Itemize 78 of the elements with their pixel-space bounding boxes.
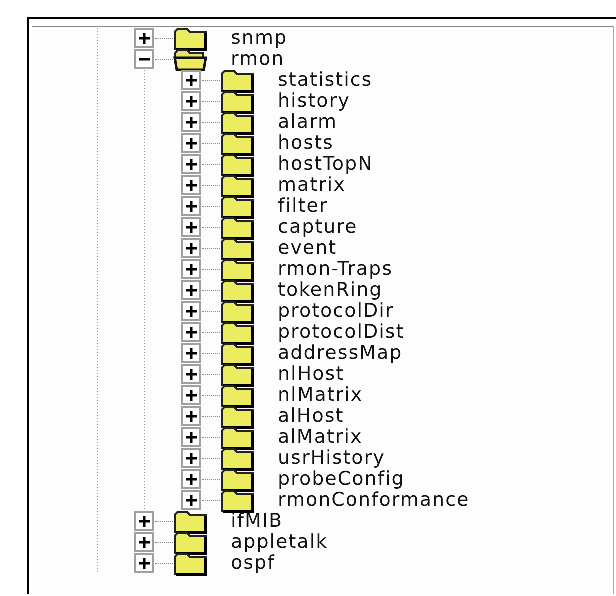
expand-toggle[interactable] <box>181 217 202 238</box>
expand-toggle[interactable] <box>134 511 155 532</box>
expand-toggle[interactable] <box>181 91 202 112</box>
folder-icon <box>220 426 256 450</box>
tree-item-label[interactable]: protocolDir <box>278 301 394 322</box>
tree-item-label[interactable]: nlMatrix <box>278 385 364 406</box>
expand-toggle[interactable] <box>181 70 202 91</box>
tree-item-label[interactable]: snmp <box>231 28 288 49</box>
folder-icon <box>173 26 209 50</box>
expand-toggle[interactable] <box>134 49 155 70</box>
folder-icon <box>220 152 256 176</box>
open-folder-icon <box>173 48 209 72</box>
tree-item-label[interactable]: ospf <box>231 553 276 574</box>
folder-icon <box>220 300 256 324</box>
expand-toggle[interactable] <box>181 343 202 364</box>
folder-icon <box>220 68 256 92</box>
expand-toggle[interactable] <box>134 532 155 553</box>
tree-item-label[interactable]: hosts <box>278 133 334 154</box>
tree-item-label[interactable]: hostTopN <box>278 154 374 175</box>
tree-item-label[interactable]: nlHost <box>278 364 345 385</box>
folder-icon <box>220 216 256 240</box>
tree-item-label[interactable]: addressMap <box>278 343 403 364</box>
tree-item-label[interactable]: ifMIB <box>231 511 283 532</box>
tree-item-label[interactable]: history <box>278 91 350 112</box>
tree-item-label[interactable]: tokenRing <box>278 280 383 301</box>
tree-item-label[interactable]: rmon <box>231 49 285 70</box>
tree-item-label[interactable]: alHost <box>278 406 344 427</box>
expand-toggle[interactable] <box>181 154 202 175</box>
folder-icon <box>220 488 256 512</box>
tree-item-label[interactable]: rmon-Traps <box>278 259 393 280</box>
expand-toggle[interactable] <box>181 259 202 280</box>
expand-toggle[interactable] <box>181 175 202 196</box>
folder-icon <box>220 320 256 344</box>
expand-toggle[interactable] <box>181 133 202 154</box>
expand-toggle[interactable] <box>134 553 155 574</box>
tree-item-label[interactable]: rmonConformance <box>278 490 470 511</box>
expand-toggle[interactable] <box>181 490 202 511</box>
tree-item-label[interactable]: probeConfig <box>278 469 405 490</box>
expand-toggle[interactable] <box>181 322 202 343</box>
expand-toggle[interactable] <box>181 427 202 448</box>
tree-item-label[interactable]: usrHistory <box>278 448 386 469</box>
tree-item-label[interactable]: appletalk <box>231 532 328 553</box>
folder-icon <box>220 174 256 198</box>
tree-item-label[interactable]: protocolDist <box>278 322 405 343</box>
folder-icon <box>220 404 256 428</box>
folder-icon <box>220 132 256 156</box>
folder-icon <box>173 530 209 554</box>
expand-toggle[interactable] <box>181 469 202 490</box>
folder-icon <box>220 258 256 282</box>
folder-icon <box>220 90 256 114</box>
tree-item-label[interactable]: alarm <box>278 112 338 133</box>
folder-icon <box>220 236 256 260</box>
expand-toggle[interactable] <box>181 238 202 259</box>
folder-icon <box>173 552 209 576</box>
tree-item-label[interactable]: event <box>278 238 338 259</box>
expand-toggle[interactable] <box>181 280 202 301</box>
folder-icon <box>220 468 256 492</box>
expand-toggle[interactable] <box>181 196 202 217</box>
expand-toggle[interactable] <box>181 385 202 406</box>
tree-item-label[interactable]: alMatrix <box>278 427 363 448</box>
folder-icon <box>220 194 256 218</box>
folder-icon <box>220 278 256 302</box>
tree-item-label[interactable]: filter <box>278 196 328 217</box>
folder-icon <box>220 342 256 366</box>
expand-toggle[interactable] <box>181 406 202 427</box>
tree-item-label[interactable]: statistics <box>278 70 373 91</box>
expand-toggle[interactable] <box>181 364 202 385</box>
expand-toggle[interactable] <box>181 301 202 322</box>
tree-item-label[interactable]: matrix <box>278 175 346 196</box>
tree-item-label[interactable]: capture <box>278 217 358 238</box>
expand-toggle[interactable] <box>181 448 202 469</box>
folder-icon <box>220 362 256 386</box>
expand-toggle[interactable] <box>181 112 202 133</box>
folder-icon <box>173 510 209 534</box>
expand-toggle[interactable] <box>134 28 155 49</box>
folder-icon <box>220 384 256 408</box>
folder-icon <box>220 446 256 470</box>
folder-icon <box>220 110 256 134</box>
